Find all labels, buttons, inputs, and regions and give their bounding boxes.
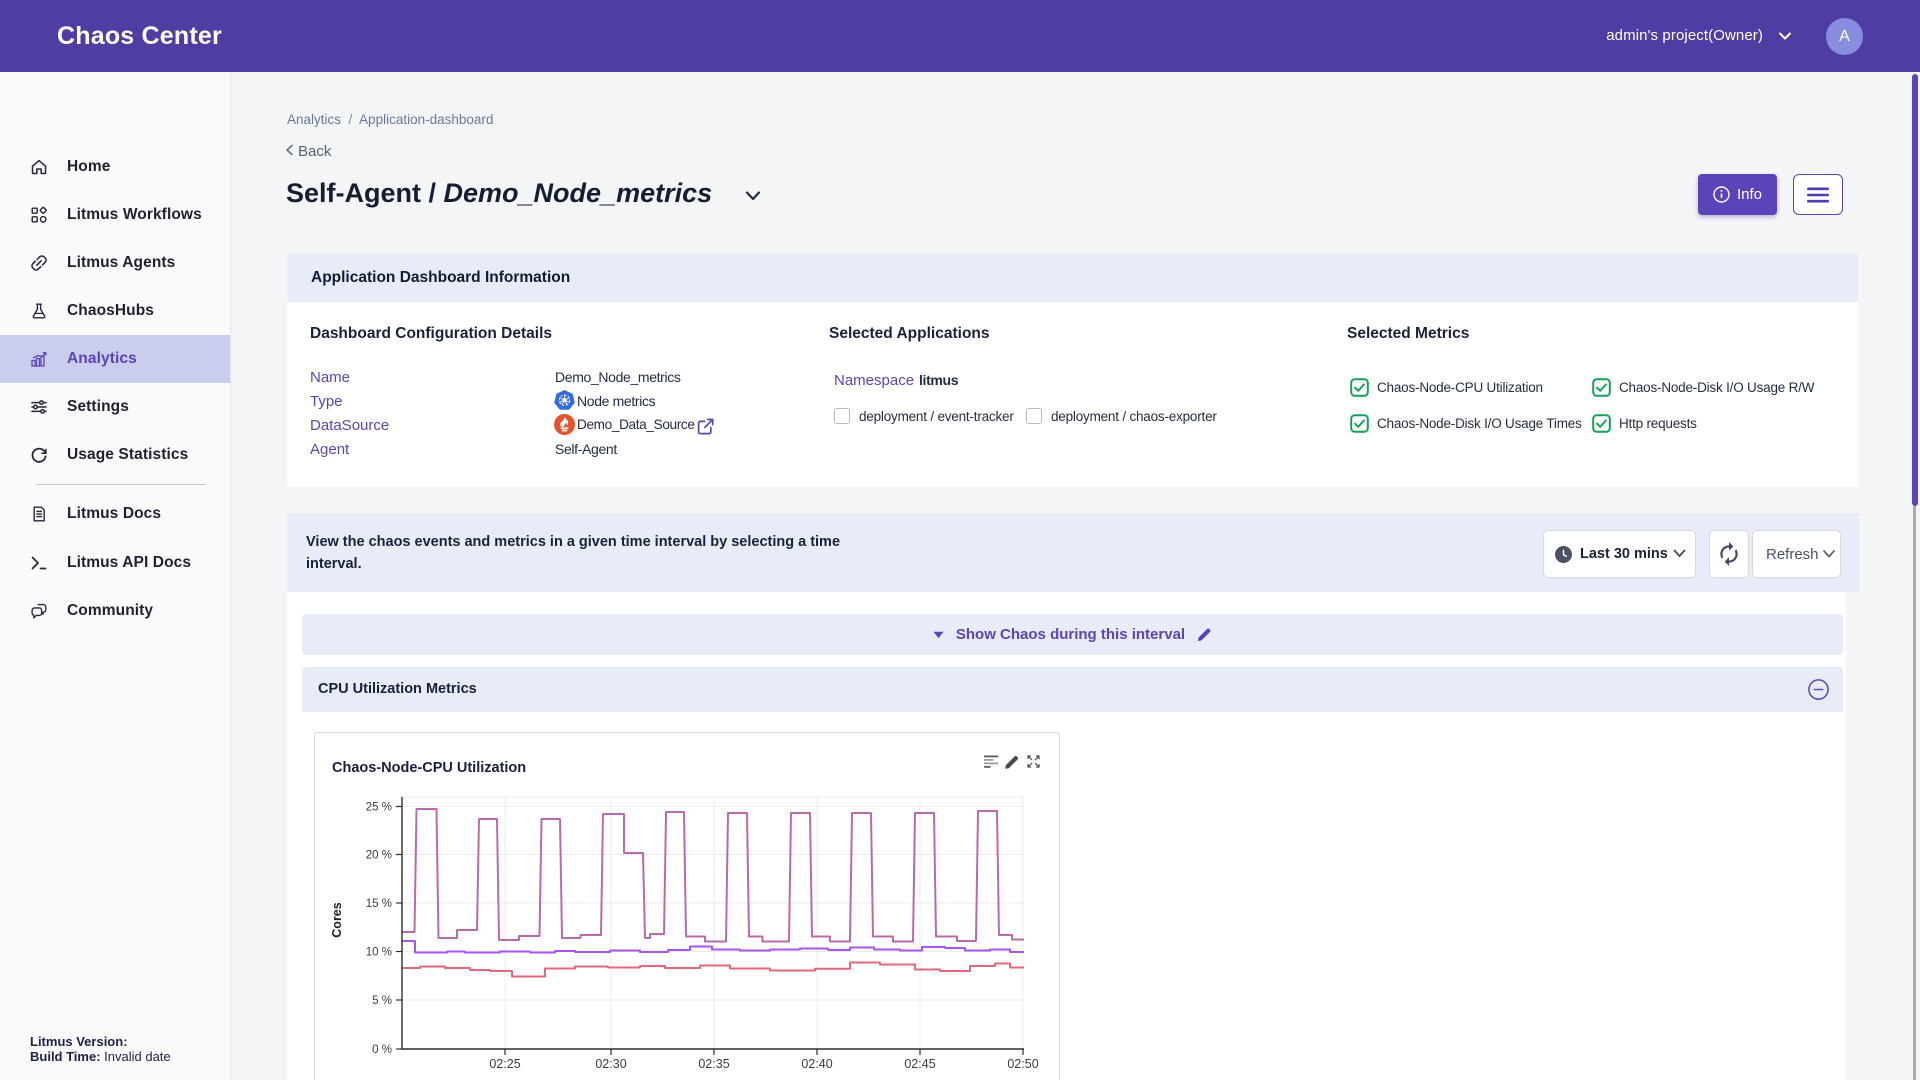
svg-text:25 %: 25 % <box>366 802 392 814</box>
svg-text:10 %: 10 % <box>366 947 392 959</box>
svg-text:20 %: 20 % <box>366 850 392 862</box>
svg-text:Cores: Cores <box>330 902 344 937</box>
svg-text:02:25: 02:25 <box>489 1057 520 1071</box>
svg-text:02:45: 02:45 <box>904 1057 935 1071</box>
svg-text:02:40: 02:40 <box>801 1057 832 1071</box>
svg-text:02:30: 02:30 <box>595 1057 626 1071</box>
svg-text:15 %: 15 % <box>366 898 392 910</box>
svg-text:02:50: 02:50 <box>1007 1057 1038 1071</box>
svg-text:5 %: 5 % <box>372 995 392 1007</box>
svg-text:0 %: 0 % <box>372 1044 392 1056</box>
svg-text:02:35: 02:35 <box>698 1057 729 1071</box>
